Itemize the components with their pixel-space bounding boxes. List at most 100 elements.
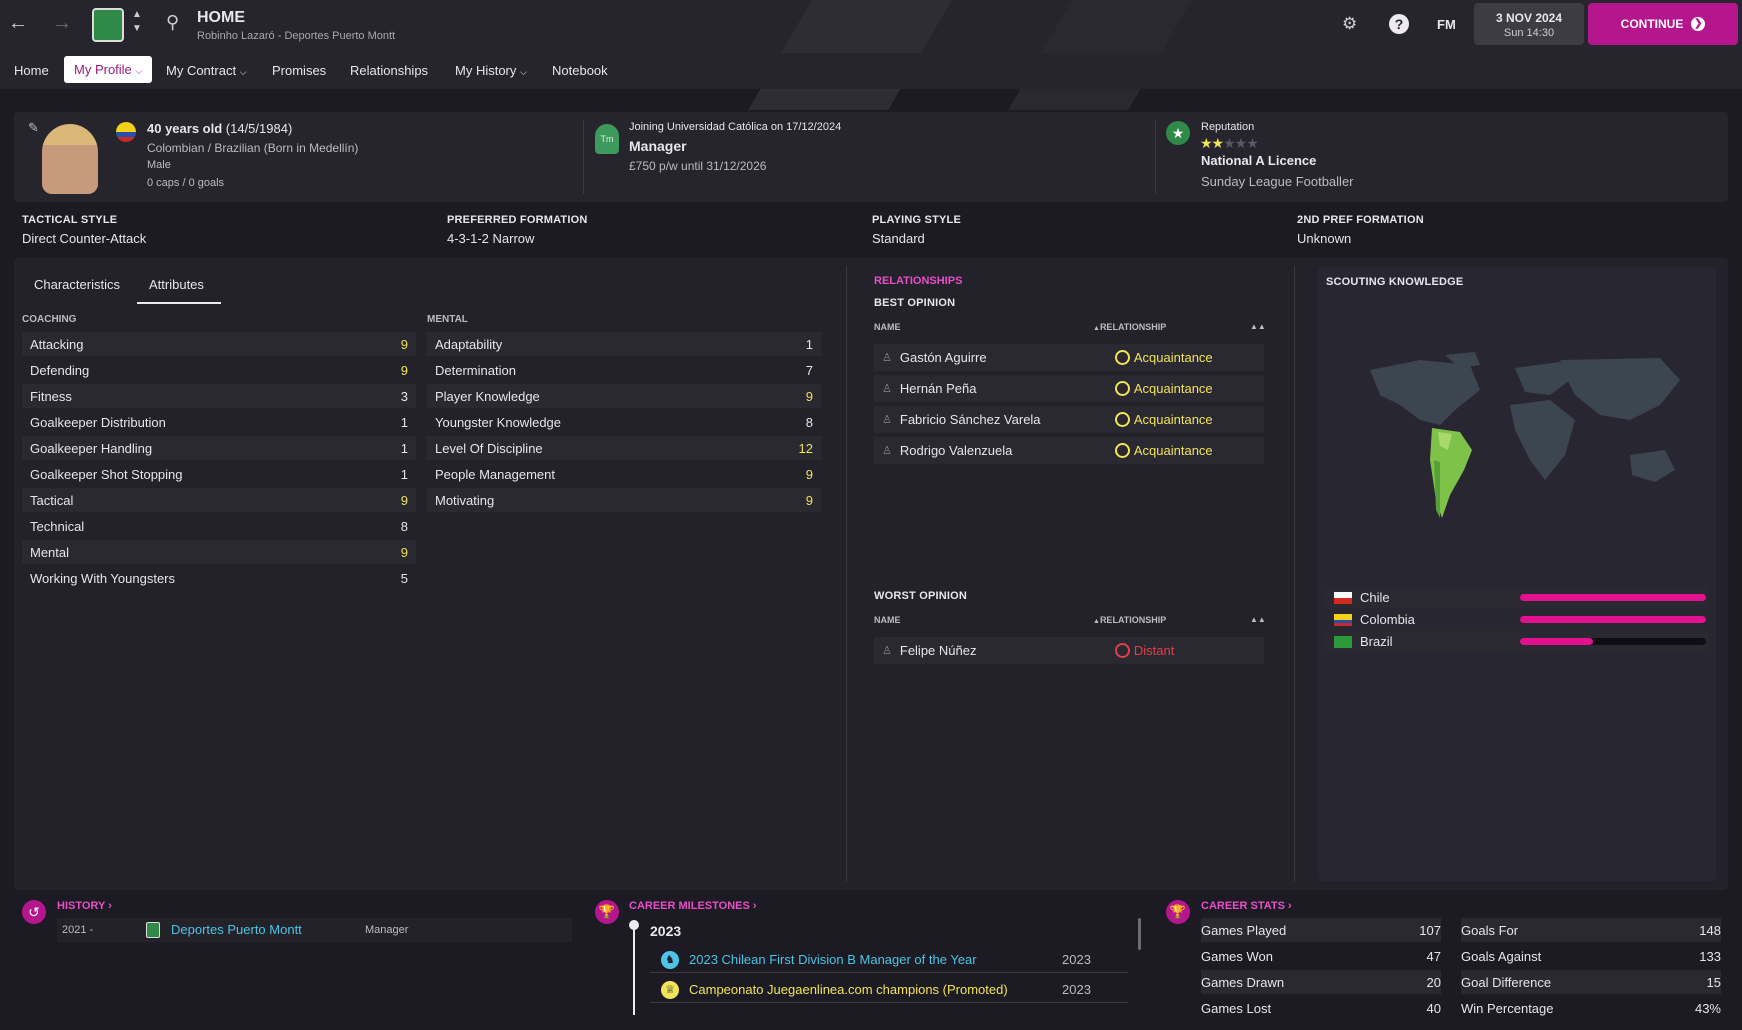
coaching-attribute-row-label: Attacking bbox=[30, 336, 84, 352]
best-col-relationship[interactable]: ▲RELATIONSHIP bbox=[1093, 322, 1166, 332]
coaching-attribute-row[interactable]: Attacking 9 bbox=[22, 332, 416, 356]
mental-attribute-row[interactable]: Player Knowledge 9 bbox=[427, 384, 821, 408]
tab-characteristics[interactable]: Characteristics bbox=[34, 277, 120, 292]
relationship-name[interactable]: Gastón Aguirre bbox=[900, 350, 1115, 365]
coaching-attribute-row-value: 9 bbox=[400, 492, 408, 508]
page-title: HOME bbox=[197, 9, 245, 26]
nav-promises[interactable]: Promises bbox=[272, 56, 326, 86]
trophy-icon: ♕ bbox=[661, 981, 679, 999]
mental-attribute-row[interactable]: People Management 9 bbox=[427, 462, 821, 486]
mental-attribute-row[interactable]: Level Of Discipline 12 bbox=[427, 436, 821, 460]
coaching-attribute-row-value: 1 bbox=[400, 414, 408, 430]
coaching-attribute-row[interactable]: Goalkeeper Handling 1 bbox=[22, 436, 416, 460]
nav-my-history[interactable]: My History ⌵ bbox=[455, 56, 527, 86]
career-stat-row: Games Won 47 bbox=[1201, 944, 1441, 968]
relationship-name[interactable]: Rodrigo Valenzuela bbox=[900, 443, 1115, 458]
coaching-attribute-row[interactable]: Defending 9 bbox=[22, 358, 416, 382]
mental-attribute-row-value: 12 bbox=[798, 440, 813, 456]
help-icon[interactable]: ? bbox=[1389, 14, 1409, 34]
edit-icon[interactable]: ✎ bbox=[28, 120, 39, 136]
milestone-text[interactable]: Campeonato Juegaenlinea.com champions (P… bbox=[689, 982, 1008, 997]
mental-attribute-row[interactable]: Adaptability 1 bbox=[427, 332, 821, 356]
relationship-name[interactable]: Hernán Peña bbox=[900, 381, 1115, 396]
career-milestones-link[interactable]: CAREER MILESTONES › bbox=[629, 900, 757, 912]
worst-col-relationship[interactable]: ▲RELATIONSHIP bbox=[1093, 615, 1166, 625]
fm-menu-button[interactable]: FM bbox=[1437, 17, 1456, 32]
coaching-attribute-row[interactable]: Goalkeeper Shot Stopping 1 bbox=[22, 462, 416, 486]
relationship-row[interactable]: ♙ Gastón Aguirre Acquaintance bbox=[874, 344, 1264, 371]
contract-role: Manager bbox=[629, 138, 687, 154]
coaching-attribute-row[interactable]: Technical 8 bbox=[22, 514, 416, 538]
career-stat-row: Goal Difference 15 bbox=[1461, 970, 1721, 994]
mental-attribute-row[interactable]: Determination 7 bbox=[427, 358, 821, 382]
australia-shape bbox=[1630, 450, 1675, 482]
history-club-link[interactable]: Deportes Puerto Montt bbox=[171, 922, 302, 937]
award-icon: ♞ bbox=[661, 951, 679, 969]
club-badge[interactable] bbox=[92, 8, 124, 42]
nav-home[interactable]: Home bbox=[14, 56, 49, 86]
coaching-attribute-row[interactable]: Fitness 3 bbox=[22, 384, 416, 408]
continue-arrow-icon: ❯ bbox=[1691, 17, 1706, 31]
sort-icon[interactable]: ▲▲ bbox=[1250, 615, 1266, 624]
career-stat-label: Goals Against bbox=[1461, 948, 1542, 964]
milestone-text[interactable]: 2023 Chilean First Division B Manager of… bbox=[689, 952, 977, 967]
mental-attribute-row[interactable]: Youngster Knowledge 8 bbox=[427, 410, 821, 434]
relationship-status: Acquaintance bbox=[1133, 381, 1213, 396]
chevron-updown-icon[interactable]: ▲ ▼ bbox=[132, 8, 142, 36]
mental-attribute-row-label: Youngster Knowledge bbox=[435, 414, 562, 430]
sort-icon[interactable]: ▲▲ bbox=[1250, 322, 1266, 331]
nav-bar bbox=[0, 53, 1742, 89]
milestone-row[interactable]: ♕ Campeonato Juegaenlinea.com champions … bbox=[650, 977, 1128, 1003]
relationship-row[interactable]: ♙ Fabricio Sánchez Varela Acquaintance bbox=[874, 406, 1264, 433]
trophy-icon: 🏆 bbox=[595, 900, 619, 924]
relationship-name[interactable]: Fabricio Sánchez Varela bbox=[900, 412, 1115, 427]
relationship-row[interactable]: ♙ Hernán Peña Acquaintance bbox=[874, 375, 1264, 402]
scouting-title: SCOUTING KNOWLEDGE bbox=[1326, 276, 1464, 288]
milestone-row[interactable]: ♞ 2023 Chilean First Division B Manager … bbox=[650, 947, 1128, 973]
search-icon[interactable]: ⚲ bbox=[166, 12, 179, 33]
scouting-knowledge-bar bbox=[1520, 594, 1706, 601]
person-icon: ♙ bbox=[882, 445, 892, 457]
mental-attribute-row-label: Adaptability bbox=[435, 336, 503, 352]
distant-icon bbox=[1114, 643, 1130, 658]
date-button[interactable]: 3 NOV 2024 Sun 14:30 bbox=[1474, 3, 1584, 45]
globe-icon[interactable]: ⚙ bbox=[1342, 14, 1357, 34]
coaching-attribute-row-label: Goalkeeper Distribution bbox=[30, 414, 166, 430]
world-map[interactable] bbox=[1360, 350, 1700, 530]
continue-button[interactable]: CONTINUE ❯ bbox=[1588, 3, 1738, 45]
tactical-style-value: Direct Counter-Attack bbox=[22, 231, 147, 246]
mental-attribute-row-label: Level Of Discipline bbox=[435, 440, 543, 456]
nav-notebook[interactable]: Notebook bbox=[552, 56, 608, 86]
nav-relationships[interactable]: Relationships bbox=[350, 56, 428, 86]
tab-attributes[interactable]: Attributes bbox=[149, 277, 204, 292]
mental-attribute-row[interactable]: Motivating 9 bbox=[427, 488, 821, 512]
reputation-stars: ★★★★★ bbox=[1200, 135, 1259, 152]
coaching-attribute-row[interactable]: Tactical 9 bbox=[22, 488, 416, 512]
relationship-row[interactable]: ♙ Rodrigo Valenzuela Acquaintance bbox=[874, 437, 1264, 464]
relationship-name[interactable]: Felipe Núñez bbox=[900, 643, 1115, 658]
worst-col-name[interactable]: NAME bbox=[874, 615, 901, 625]
scrollbar[interactable] bbox=[1138, 918, 1141, 950]
back-arrow-icon[interactable]: ← bbox=[8, 12, 28, 35]
acquaintance-icon bbox=[1114, 412, 1130, 427]
history-link[interactable]: HISTORY › bbox=[57, 900, 112, 912]
coaching-attribute-row-label: Goalkeeper Shot Stopping bbox=[30, 466, 183, 482]
nationality: Colombian / Brazilian (Born in Medellín) bbox=[147, 141, 359, 155]
history-row[interactable]: 2021 - Deportes Puerto Montt Manager bbox=[57, 918, 572, 942]
career-stat-value: 133 bbox=[1699, 948, 1721, 964]
nav-my-contract[interactable]: My Contract ⌵ bbox=[166, 56, 247, 86]
nav-my-profile[interactable]: My Profile ⌵ bbox=[64, 56, 153, 83]
coaching-attribute-row[interactable]: Goalkeeper Distribution 1 bbox=[22, 410, 416, 434]
history-year: 2021 - bbox=[62, 924, 94, 936]
mental-attribute-row-value: 9 bbox=[805, 388, 813, 404]
relationships-title: RELATIONSHIPS bbox=[874, 275, 963, 287]
coaching-attribute-row[interactable]: Mental 9 bbox=[22, 540, 416, 564]
relationship-row[interactable]: ♙ Felipe Núñez Distant bbox=[874, 637, 1264, 664]
career-stats-link[interactable]: CAREER STATS › bbox=[1201, 900, 1292, 912]
scouting-country-name: Chile bbox=[1360, 590, 1390, 605]
best-col-name[interactable]: NAME bbox=[874, 322, 901, 332]
forward-arrow-icon[interactable]: → bbox=[52, 12, 72, 35]
career-stat-row: Goals Against 133 bbox=[1461, 944, 1721, 968]
coaching-attribute-row[interactable]: Working With Youngsters 5 bbox=[22, 566, 416, 590]
coaching-attribute-row-value: 9 bbox=[400, 336, 408, 352]
